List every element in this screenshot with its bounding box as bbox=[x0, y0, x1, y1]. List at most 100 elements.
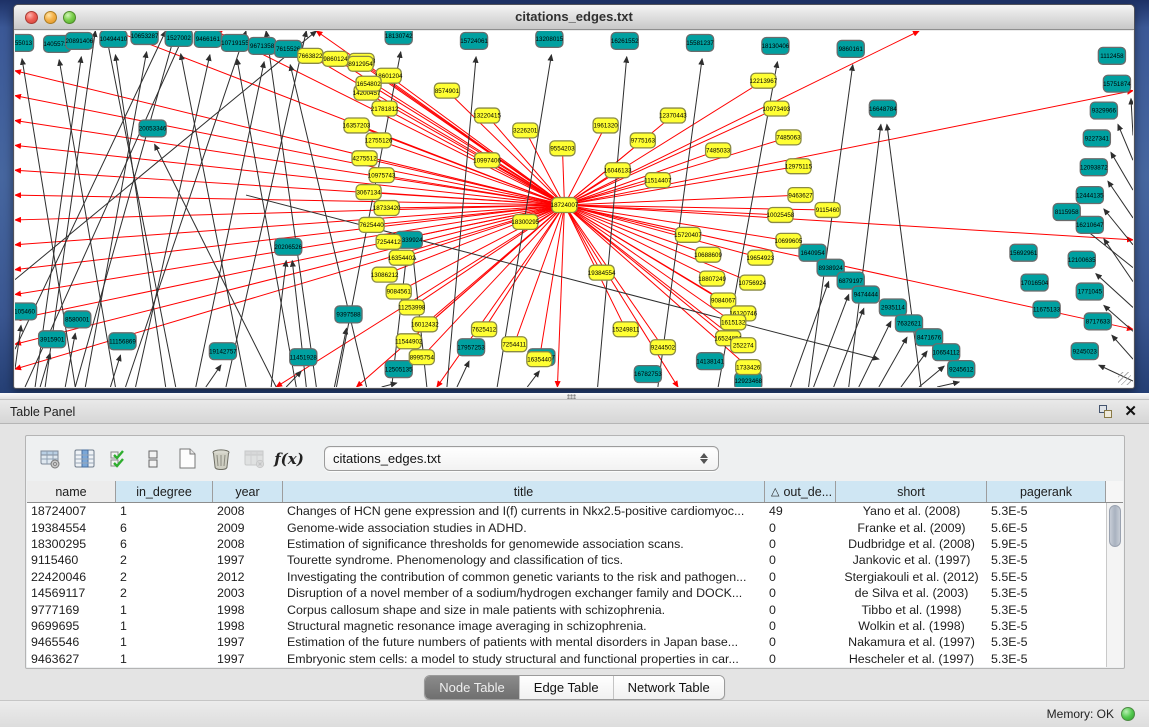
table-cell: 14569117 bbox=[27, 586, 116, 600]
column-chooser-icon[interactable] bbox=[72, 446, 98, 472]
table-row[interactable]: 969969511998Structural magnetic resonanc… bbox=[27, 618, 1106, 634]
graph-node-label: 1112458 bbox=[1100, 53, 1124, 60]
graph-node-label: 8471676 bbox=[917, 334, 942, 341]
citation-network-graph[interactable]: 2055013140557172089140610494410106532871… bbox=[15, 31, 1133, 387]
table-source-dropdown[interactable]: citations_edges.txt bbox=[324, 446, 719, 471]
tab-network-table[interactable]: Network Table bbox=[614, 676, 724, 699]
graph-node-label: 10975743 bbox=[368, 172, 396, 179]
table-cell: 9465546 bbox=[27, 635, 116, 649]
tab-node-table[interactable]: Node Table bbox=[425, 676, 520, 699]
graph-node-label: 10699605 bbox=[775, 238, 803, 245]
vertical-scrollbar[interactable] bbox=[1106, 503, 1123, 667]
graph-node-label: 9463627 bbox=[788, 192, 813, 199]
graph-node-label: 18130406 bbox=[762, 43, 790, 50]
graph-node-label: 12444135 bbox=[1076, 192, 1104, 199]
table-row[interactable]: 1938455462009Genome-wide association stu… bbox=[27, 519, 1106, 535]
table-cell: Disruption of a novel member of a sodium… bbox=[283, 586, 765, 600]
column-header-label: out_de... bbox=[783, 485, 832, 499]
column-header-name[interactable]: name bbox=[27, 481, 116, 502]
graph-node-label: 12923468 bbox=[734, 378, 762, 385]
column-header-title[interactable]: title bbox=[283, 481, 765, 502]
network-graph-canvas[interactable]: 2055013140557172089140610494410106532871… bbox=[15, 31, 1133, 387]
column-header-label: title bbox=[514, 485, 533, 499]
table-cell: 2 bbox=[116, 570, 213, 584]
row-height-icon[interactable] bbox=[140, 446, 166, 472]
table-row[interactable]: 2242004622012Investigating the contribut… bbox=[27, 569, 1106, 585]
graph-node-label: 9115460 bbox=[816, 207, 840, 214]
graph-node-label: 20891406 bbox=[65, 38, 93, 45]
table-cell: Nakamura et al. (1997) bbox=[836, 635, 987, 649]
graph-node-label: 15249811 bbox=[612, 327, 640, 334]
column-header-out_de[interactable]: △ out_de... bbox=[765, 481, 836, 502]
table-cell: 0 bbox=[765, 652, 836, 666]
table-cell: 0 bbox=[765, 521, 836, 535]
table-cell: 1997 bbox=[213, 635, 283, 649]
table-toolbar: f(x) citations_edges.txt bbox=[26, 436, 1124, 481]
graph-node-label: 15724061 bbox=[460, 38, 488, 45]
table-row[interactable]: 977716911998Corpus callosum shape and si… bbox=[27, 601, 1106, 617]
table-rows: 1872400712008Changes of HCN gene express… bbox=[27, 503, 1106, 667]
graph-node-label: 12505135 bbox=[385, 366, 413, 373]
scrollbar-thumb[interactable] bbox=[1109, 505, 1121, 547]
graph-node-label: 13208015 bbox=[536, 36, 564, 43]
tab-edge-table[interactable]: Edge Table bbox=[520, 676, 614, 699]
graph-node-label: 9860161 bbox=[839, 46, 864, 53]
column-header-pagerank[interactable]: pagerank bbox=[987, 481, 1106, 502]
table-cell: 1997 bbox=[213, 553, 283, 567]
table-settings-icon[interactable] bbox=[38, 446, 64, 472]
table-cell: Genome-wide association studies in ADHD. bbox=[283, 521, 765, 535]
graph-node-label: 21781812 bbox=[371, 106, 399, 113]
table-row[interactable]: 1830029562008Estimation of significance … bbox=[27, 536, 1106, 552]
graph-node-label: 9227341 bbox=[1085, 136, 1110, 143]
column-header-short[interactable]: short bbox=[836, 481, 987, 502]
select-rows-icon[interactable] bbox=[106, 446, 132, 472]
graph-node-label: 17016504 bbox=[1021, 280, 1049, 287]
column-header-year[interactable]: year bbox=[213, 481, 283, 502]
table-row[interactable]: 1872400712008Changes of HCN gene express… bbox=[27, 503, 1106, 519]
graph-node-label: 3226201 bbox=[513, 128, 538, 135]
graph-node-label: 17957253 bbox=[457, 344, 485, 351]
graph-node-label: 7485063 bbox=[776, 135, 801, 142]
window-resize-grip[interactable] bbox=[1118, 372, 1131, 385]
float-panel-icon[interactable] bbox=[1099, 405, 1112, 418]
graph-node-label: 7663822 bbox=[298, 53, 323, 60]
status-bar: Memory: OK bbox=[0, 700, 1149, 727]
table-cell: 0 bbox=[765, 586, 836, 600]
table-cell: 2008 bbox=[213, 537, 283, 551]
table-cell: Hescheler et al. (1997) bbox=[836, 652, 987, 666]
table-cell: 1 bbox=[116, 504, 213, 518]
header-scrollbar-stub bbox=[1106, 481, 1123, 502]
graph-node-label: 8912954 bbox=[348, 61, 373, 68]
graph-node-label: 18300295 bbox=[511, 219, 539, 226]
delete-table-icon[interactable] bbox=[208, 446, 234, 472]
function-builder-icon[interactable]: f(x) bbox=[276, 446, 302, 472]
sort-ascending-icon: △ bbox=[771, 485, 779, 498]
column-header-in_degree[interactable]: in_degree bbox=[116, 481, 213, 502]
node-table: namein_degreeyear title △ out_de... shortpag… bbox=[27, 481, 1123, 667]
table-row[interactable]: 1456911722003Disruption of a novel membe… bbox=[27, 585, 1106, 601]
table-cell: Estimation of significance thresholds fo… bbox=[283, 537, 765, 551]
table-cell: 0 bbox=[765, 570, 836, 584]
network-window[interactable]: citations_edges.txt 20550131405571720891… bbox=[13, 4, 1135, 389]
table-row[interactable]: 946362711997Embryonic stem cells: a mode… bbox=[27, 651, 1106, 667]
graph-node-label: 10719155 bbox=[221, 40, 249, 47]
table-cell: Jankovic et al. (1997) bbox=[836, 553, 987, 567]
graph-node-label: 14138141 bbox=[696, 358, 724, 365]
table-row[interactable]: 946554611997Estimation of the future num… bbox=[27, 634, 1106, 650]
table-cell: Yano et al. (2008) bbox=[836, 504, 987, 518]
panel-split-divider[interactable] bbox=[0, 393, 1149, 400]
graph-node-label: 8574901 bbox=[435, 88, 460, 95]
graph-node-label: 7254411 bbox=[502, 341, 526, 348]
graph-node-label: 10654112 bbox=[933, 349, 961, 356]
network-window-titlebar[interactable]: citations_edges.txt bbox=[14, 5, 1134, 30]
graph-node-label: 9245023 bbox=[1073, 348, 1098, 355]
table-cell: 2 bbox=[116, 553, 213, 567]
graph-node-label: 19384554 bbox=[588, 270, 616, 277]
graph-node-label: 7254412 bbox=[377, 239, 402, 246]
graph-node-label: 12370443 bbox=[659, 113, 687, 120]
graph-node-label: 1961320 bbox=[594, 123, 619, 130]
graph-node-label: 13220415 bbox=[473, 113, 501, 120]
new-table-icon[interactable] bbox=[174, 446, 200, 472]
table-row[interactable]: 911546021997Tourette syndrome. Phenomeno… bbox=[27, 552, 1106, 568]
close-panel-icon[interactable]: ✕ bbox=[1124, 405, 1137, 418]
